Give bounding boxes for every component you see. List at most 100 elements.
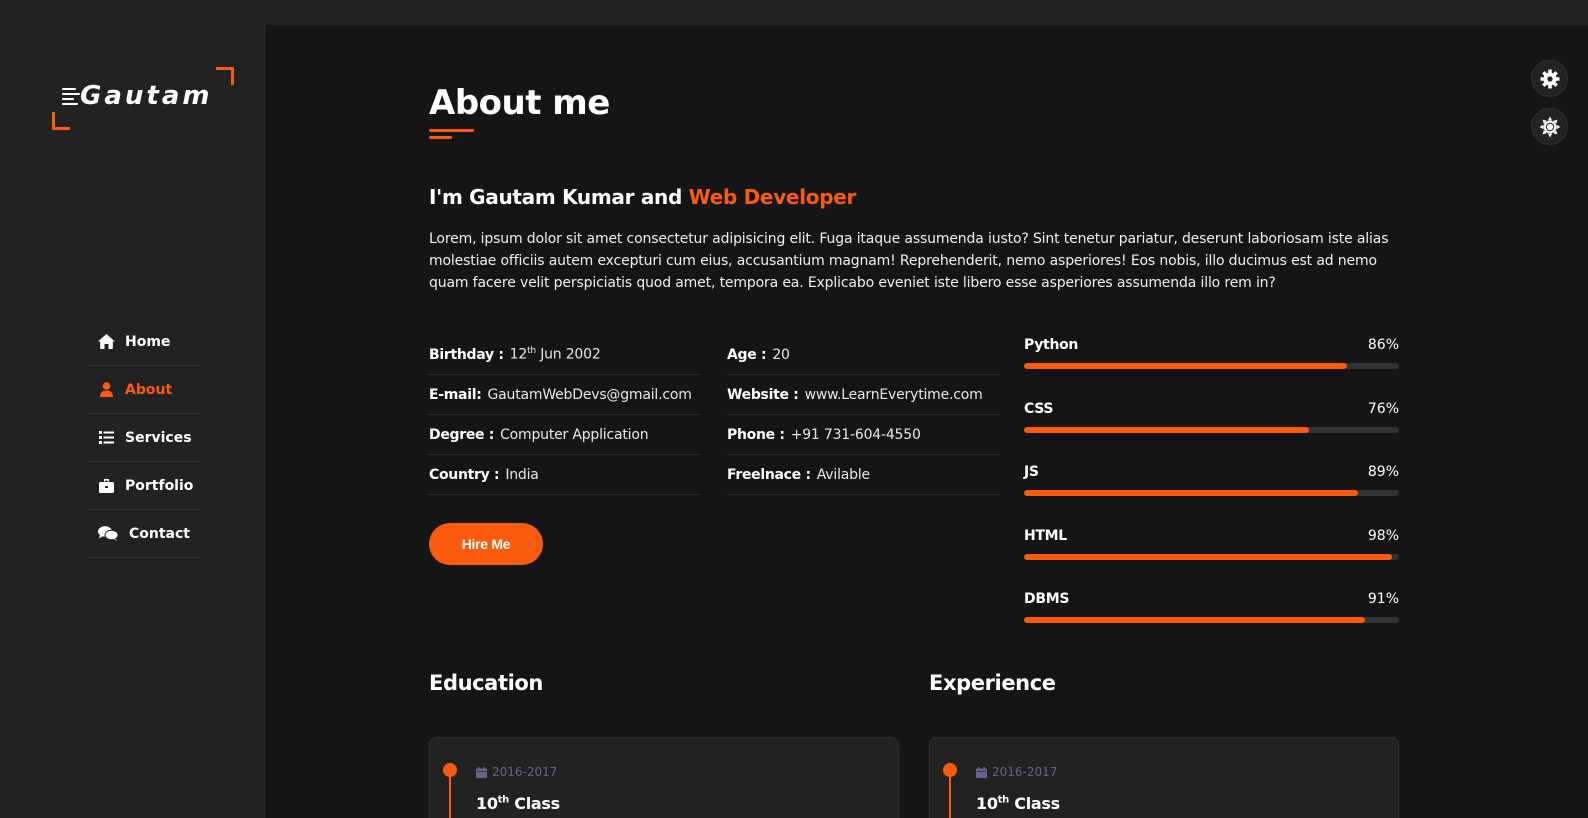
- skill-js: JS 89%: [1024, 462, 1399, 526]
- info-key-degree: Degree :: [429, 426, 495, 443]
- skill-name: JS: [1024, 464, 1039, 480]
- birthday-suffix: th: [527, 346, 536, 357]
- skill-bar-fill: [1024, 426, 1309, 433]
- timeline-line: [449, 776, 451, 818]
- calendar-icon: [976, 766, 987, 778]
- skill-bar-track: [1024, 363, 1399, 369]
- title-suffix: th: [997, 794, 1010, 806]
- info-key-email: E-mail:: [429, 386, 482, 403]
- birthday-day: 12: [509, 346, 528, 363]
- info-key-country: Country :: [429, 466, 500, 483]
- title-rest: Class: [508, 794, 560, 813]
- info-key-age: Age :: [727, 346, 767, 363]
- skill-percent: 89%: [1367, 464, 1399, 480]
- title-rest: Class: [1008, 794, 1060, 813]
- calendar-icon: [476, 766, 487, 778]
- timeline-dot: [943, 763, 957, 777]
- skill-bar-fill: [1024, 490, 1358, 496]
- skill-name: HTML: [1024, 527, 1067, 544]
- theme-toggle-button[interactable]: [1531, 108, 1568, 145]
- nav-item-contact[interactable]: Contact: [86, 510, 200, 558]
- nav-item-about[interactable]: About: [86, 366, 200, 414]
- info-row-degree: Degree : Computer Application: [429, 415, 701, 455]
- info-key-website: Website :: [727, 386, 799, 403]
- app-window: Gautam Home About Services Portfolio Con…: [26, 25, 1588, 818]
- education-card: 2016-2017 10th Class: [429, 737, 899, 818]
- skill-percent: 76%: [1367, 400, 1399, 417]
- intro-role: Web Developer: [688, 185, 857, 209]
- nav-label-portfolio: Portfolio: [125, 477, 194, 494]
- title-underline-short: [429, 136, 452, 139]
- skill-percent: 91%: [1367, 591, 1399, 607]
- nav-item-services[interactable]: Services: [86, 414, 200, 462]
- skill-percent: 86%: [1367, 337, 1399, 353]
- skill-css: CSS 76%: [1024, 399, 1399, 463]
- nav-item-home[interactable]: Home: [86, 318, 200, 366]
- info-row-email: E-mail: GautamWebDevs@gmail.com: [429, 375, 701, 415]
- skill-bar-track: [1024, 553, 1399, 560]
- nav-label-contact: Contact: [129, 525, 190, 542]
- hire-me-button[interactable]: Hire Me: [429, 523, 543, 565]
- experience-card: 2016-2017 10th Class: [929, 737, 1399, 818]
- info-value-email: GautamWebDevs@gmail.com: [487, 386, 692, 403]
- intro-prefix: I'm Gautam Kumar and: [429, 185, 689, 209]
- gear-icon: [1540, 69, 1559, 88]
- skill-html: HTML 98%: [1024, 526, 1399, 590]
- timeline-dot: [443, 763, 457, 777]
- info-row-website: Website : www.LearnEverytime.com: [727, 375, 999, 415]
- skill-name: Python: [1024, 337, 1079, 353]
- info-column-left: Birthday : 12th Jun 2002 E-mail: GautamW…: [429, 335, 701, 495]
- info-value-age: 20: [772, 346, 790, 363]
- info-value-website[interactable]: www.LearnEverytime.com: [805, 387, 983, 403]
- title-number: 10: [976, 794, 998, 813]
- skill-bar-track: [1024, 426, 1399, 433]
- list-icon: [97, 429, 115, 447]
- info-row-birthday: Birthday : 12th Jun 2002: [429, 335, 701, 375]
- sidebar: Gautam Home About Services Portfolio Con…: [26, 25, 265, 818]
- skill-name: DBMS: [1024, 591, 1070, 607]
- logo-corner-top-right: [216, 67, 234, 85]
- logo[interactable]: Gautam: [52, 67, 234, 130]
- info-key-freelance: Freelnace :: [727, 466, 811, 483]
- education-title: Education: [429, 671, 543, 695]
- nav-item-portfolio[interactable]: Portfolio: [86, 462, 200, 510]
- user-icon: [97, 381, 115, 399]
- timeline-line: [949, 776, 951, 818]
- bio-text: Lorem, ipsum dolor sit amet consectetur …: [429, 231, 1389, 291]
- skill-python: Python 86%: [1024, 335, 1399, 399]
- info-value-country: India: [505, 466, 539, 483]
- info-row-freelance: Freelnace : Avilable: [727, 455, 999, 495]
- info-value-birthday: 12th Jun 2002: [510, 346, 601, 363]
- info-column-right: Age : 20 Website : www.LearnEverytime.co…: [727, 335, 999, 495]
- info-value-phone: +91 731-604-4550: [790, 426, 921, 443]
- main-nav: Home About Services Portfolio Contact: [86, 318, 200, 558]
- sun-icon: [1539, 116, 1560, 137]
- skill-dbms: DBMS 91%: [1024, 589, 1399, 653]
- nav-label-home: Home: [125, 333, 171, 350]
- info-value-freelance: Avilable: [816, 466, 870, 483]
- skill-percent: 98%: [1367, 527, 1399, 544]
- skill-bar-track: [1024, 490, 1399, 496]
- timeline-title: 10th Class: [976, 794, 1060, 813]
- info-key-phone: Phone :: [727, 426, 785, 443]
- info-row-age: Age : 20: [727, 335, 999, 375]
- home-icon: [97, 333, 115, 351]
- info-key-birthday: Birthday :: [429, 346, 504, 363]
- timeline-date-text: 2016-2017: [492, 765, 558, 779]
- timeline-date: 2016-2017: [976, 765, 1057, 779]
- settings-button[interactable]: [1531, 60, 1568, 97]
- info-value-degree: Computer Application: [500, 426, 649, 443]
- skill-bar-fill: [1024, 617, 1366, 623]
- skill-bar-track: [1024, 617, 1399, 623]
- title-number: 10: [476, 794, 498, 813]
- title-underline: [429, 129, 474, 132]
- timeline-date-text: 2016-2017: [992, 765, 1058, 779]
- birthday-rest: Jun 2002: [535, 346, 601, 363]
- skill-bar-fill: [1024, 553, 1392, 560]
- nav-label-services: Services: [125, 429, 192, 446]
- experience-title: Experience: [929, 671, 1056, 695]
- nav-label-about: About: [125, 381, 173, 398]
- briefcase-icon: [97, 477, 115, 495]
- skill-name: CSS: [1024, 400, 1054, 417]
- info-row-country: Country : India: [429, 455, 701, 495]
